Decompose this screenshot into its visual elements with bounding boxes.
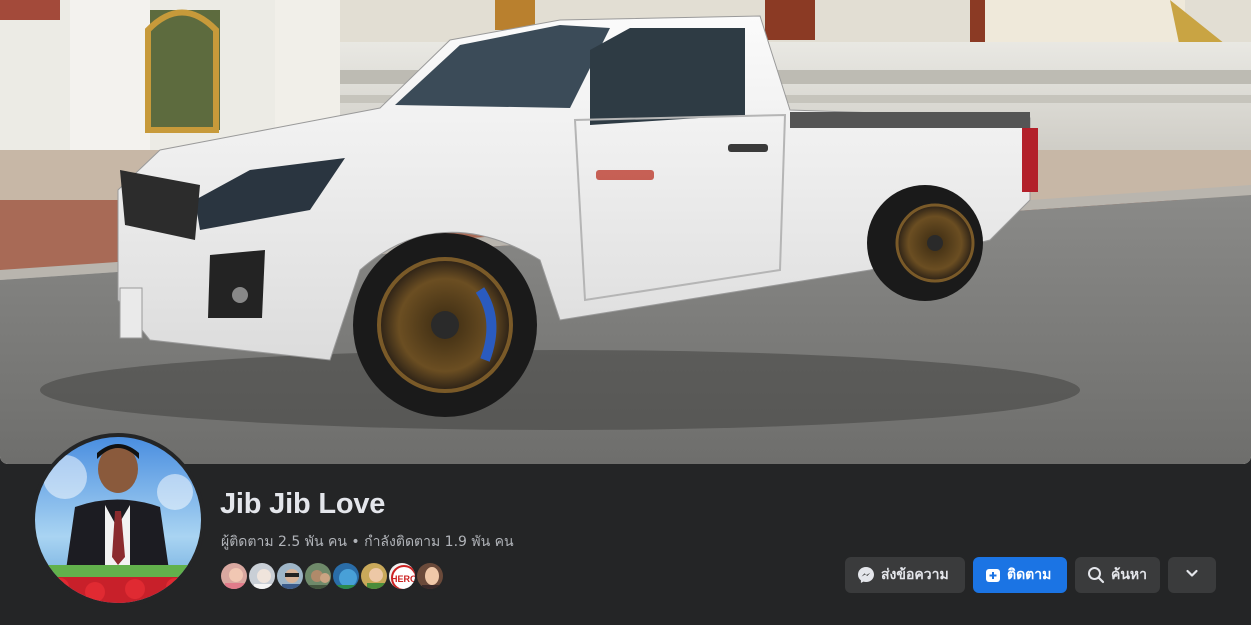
message-button[interactable]: ส่งข้อความ — [845, 557, 965, 593]
follow-label: ติดตาม — [1007, 567, 1052, 583]
search-icon — [1087, 566, 1105, 584]
follower-avatar[interactable]: HERO — [387, 561, 417, 591]
stats-separator: • — [351, 534, 360, 550]
avatar — [35, 437, 201, 603]
avatar-image — [35, 437, 201, 603]
profile-picture[interactable] — [31, 433, 205, 607]
follower-avatar[interactable] — [247, 561, 277, 591]
cover-image — [0, 0, 1251, 464]
follower-avatar[interactable] — [359, 561, 389, 591]
cover-photo[interactable] — [0, 0, 1251, 464]
followers-count[interactable]: ผู้ติดตาม 2.5 พัน คน — [221, 534, 347, 550]
more-options-button[interactable] — [1168, 557, 1216, 593]
follow-stats: ผู้ติดตาม 2.5 พัน คน • กำลังติดตาม 1.9 พ… — [221, 531, 514, 553]
follower-avatar[interactable] — [303, 561, 333, 591]
follower-avatars: HERO — [219, 561, 445, 593]
profile-name: Jib Jib Love — [220, 488, 386, 520]
follow-plus-icon — [985, 567, 1001, 583]
follower-avatar[interactable] — [415, 561, 445, 591]
search-label: ค้นหา — [1111, 567, 1148, 583]
message-label: ส่งข้อความ — [881, 567, 949, 583]
follow-button[interactable]: ติดตาม — [973, 557, 1067, 593]
messenger-icon — [857, 566, 875, 584]
chevron-down-icon — [1185, 566, 1199, 584]
follower-avatar[interactable] — [219, 561, 249, 591]
follower-avatar[interactable] — [275, 561, 305, 591]
follower-avatar[interactable] — [331, 561, 361, 591]
search-button[interactable]: ค้นหา — [1075, 557, 1160, 593]
cover-badge-text: HERO — [391, 574, 417, 584]
profile-page: Jib Jib Love ผู้ติดตาม 2.5 พัน คน • กำลั… — [0, 0, 1251, 625]
following-count[interactable]: กำลังติดตาม 1.9 พัน คน — [364, 534, 513, 550]
